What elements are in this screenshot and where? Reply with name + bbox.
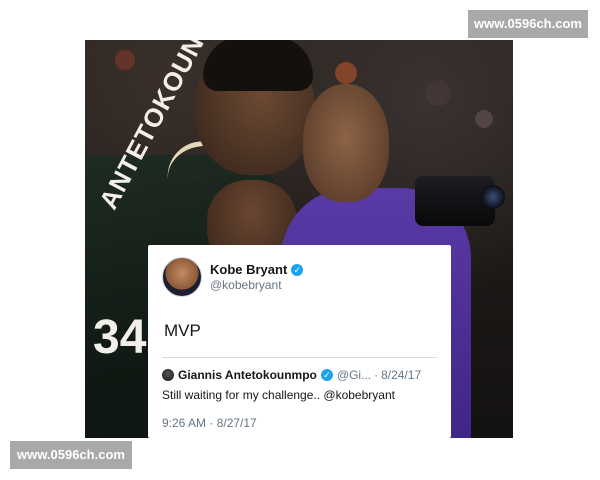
tweet-timestamp[interactable]: 9:26 AM · 8/27/17	[162, 416, 257, 430]
tweet-text: MVP	[164, 321, 201, 340]
author-handle[interactable]: @kobebryant	[210, 278, 303, 292]
jersey-number: 34	[93, 311, 147, 364]
player-left-hair	[203, 40, 313, 91]
verified-badge-icon: ✓	[291, 263, 304, 276]
watermark-top: www.0596ch.com	[468, 10, 588, 38]
watermark-bottom: www.0596ch.com	[10, 441, 132, 469]
crowd-detail	[335, 62, 357, 84]
tweet-header: Kobe Bryant ✓ @kobebryant	[162, 257, 437, 297]
quoted-date[interactable]: 8/24/17	[381, 368, 421, 382]
crowd-detail	[475, 110, 493, 128]
quoted-tweet-header: Giannis Antetokounmpo ✓ @Gi... · 8/24/17	[162, 368, 437, 382]
quoted-verified-badge-icon: ✓	[320, 369, 333, 381]
author-info: Kobe Bryant ✓ @kobebryant	[210, 262, 304, 292]
quoted-tweet[interactable]: Giannis Antetokounmpo ✓ @Gi... · 8/24/17…	[162, 357, 437, 402]
author-name[interactable]: Kobe Bryant	[210, 262, 287, 278]
quoted-author-handle[interactable]: @Gi...	[337, 368, 371, 382]
quoted-author-name[interactable]: Giannis Antetokounmpo	[178, 368, 317, 382]
quoted-tweet-text: Still waiting for my challenge.. @kobebr…	[162, 388, 395, 402]
author-avatar[interactable]	[162, 257, 202, 297]
crowd-detail	[115, 50, 135, 70]
crowd-detail	[425, 80, 451, 106]
camera-lens-icon	[481, 185, 505, 209]
tweet-card[interactable]: Kobe Bryant ✓ @kobebryant MVP Giannis An…	[148, 245, 451, 438]
quoted-separator: ·	[374, 368, 379, 382]
player-right-head	[303, 84, 389, 202]
quoted-author-avatar[interactable]	[162, 369, 174, 381]
